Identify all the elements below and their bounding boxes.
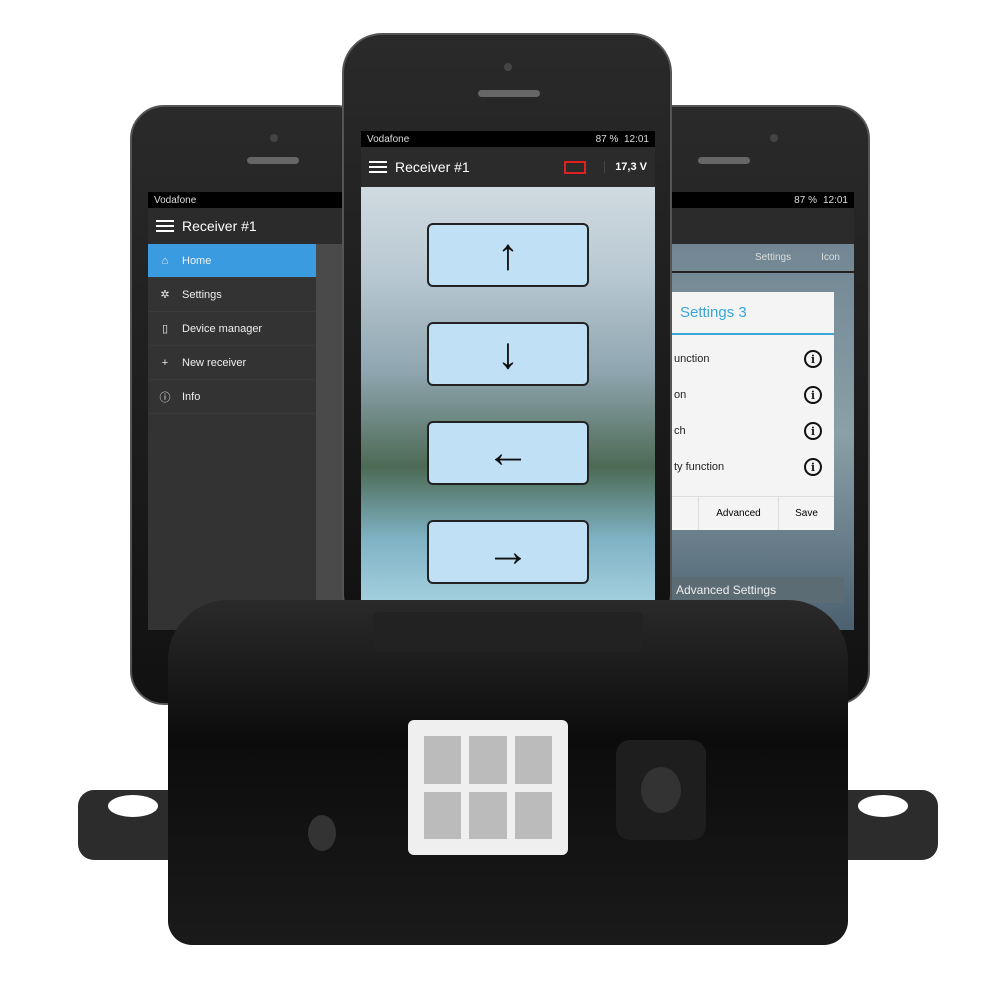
info-icon[interactable]: i [804, 350, 822, 368]
carrier: Vodafone [367, 133, 410, 145]
speaker [698, 157, 750, 164]
clock: 12:01 [822, 194, 848, 206]
mount-hole-left [108, 795, 158, 817]
menu-item-label: Info [182, 390, 201, 403]
right-screen: 87 % 12:01 Settings Icon Settings 3 unctio… [670, 192, 854, 630]
menu-item[interactable]: + New receiver [148, 346, 316, 380]
app-title: Receiver #1 [395, 159, 470, 175]
status-bar: Vodafone 87 % 12:01 [361, 131, 655, 147]
menu-item[interactable]: ⌂ Home [148, 244, 316, 278]
device-icon: ▯ [161, 323, 169, 335]
app-title: Receiver #1 [182, 218, 257, 234]
arrow-right-icon: → [486, 527, 530, 576]
arrow-left-icon: ← [486, 428, 530, 477]
dialog-row: unction i [670, 341, 834, 377]
left-screen: Vodafone87 Receiver #1 ⌂ Home ✲ Settings ▯ De… [148, 192, 370, 630]
center-phone: Vodafone 87 % 12:01 Receiver #1 17,3 V ↑ ↓… [342, 33, 672, 633]
battery-level: 87 % [794, 194, 817, 206]
menu-item[interactable]: ✲ Settings [148, 278, 316, 312]
clock: 12:01 [623, 133, 649, 145]
menu-icon[interactable] [369, 161, 387, 173]
status-right: 87 % 12:01 [596, 134, 649, 145]
row-label: ch [674, 425, 686, 437]
status-bar: Vodafone87 [148, 192, 370, 208]
menu-item-label: Home [182, 254, 212, 267]
mount-hole-right [858, 795, 908, 817]
camera [504, 63, 512, 71]
arrow-left-button[interactable]: ← [427, 421, 589, 485]
battery-level: 87 % [595, 133, 619, 145]
menu-icon[interactable] [156, 220, 174, 232]
settings-dialog: Settings 3 unction i on i ch i ty function i Ad… [670, 292, 834, 530]
info-icon[interactable]: i [804, 458, 822, 476]
arrow-up-button[interactable]: ↑ [427, 223, 589, 287]
arrow-up-icon: ↑ [497, 230, 519, 279]
nav-drawer: ⌂ Home ✲ Settings ▯ Device manager + New receiv… [148, 244, 316, 630]
dialog-row: on i [670, 377, 834, 413]
dialog-row: ch i [670, 413, 834, 449]
row-label: unction [674, 353, 710, 365]
camera [770, 134, 778, 142]
info-icon[interactable]: i [804, 386, 822, 404]
led-indicator [308, 815, 336, 851]
app-bar: Receiver #1 [148, 208, 370, 244]
speaker [478, 90, 540, 97]
speaker [247, 157, 299, 164]
row-label: on [674, 389, 687, 401]
arrow-down-button[interactable]: ↓ [427, 322, 589, 386]
gear-icon: ✲ [160, 289, 170, 301]
menu-item[interactable]: ▯ Device manager [148, 312, 316, 346]
info-icon: ⓘ [159, 391, 171, 404]
dialog-row: ty function i [670, 449, 834, 485]
voltage-readout: 17,3 V [604, 161, 647, 173]
home-icon: ⌂ [161, 254, 169, 267]
column-settings: Settings [754, 252, 792, 263]
dialog-title: Settings 3 [670, 292, 834, 335]
menu-item-label: Device manager [182, 322, 263, 335]
advanced-button[interactable]: Advanced [698, 497, 778, 530]
menu-item-label: Settings [182, 288, 222, 301]
info-icon[interactable]: i [804, 422, 822, 440]
connector-6pin [408, 720, 568, 855]
battery-warning-icon [564, 160, 587, 174]
label-plate [373, 612, 643, 652]
menu-item-label: New receiver [182, 356, 247, 369]
pairing-button [616, 740, 706, 840]
status-bar: 87 % 12:01 [670, 192, 854, 208]
carrier: Vodafone [154, 194, 197, 206]
row-label: ty function [674, 461, 725, 473]
column-icon: Icon [821, 252, 840, 263]
center-screen: Vodafone 87 % 12:01 Receiver #1 17,3 V ↑ ↓… [361, 131, 655, 611]
save-button[interactable]: Save [778, 497, 834, 530]
plus-icon: + [161, 356, 169, 369]
camera [270, 134, 278, 142]
table-header: Settings Icon [670, 244, 854, 273]
arrow-right-button[interactable]: → [427, 520, 589, 584]
app-bar: Receiver #1 17,3 V [361, 147, 655, 187]
arrow-down-icon: ↓ [497, 329, 519, 378]
app-bar [670, 208, 854, 244]
menu-item[interactable]: ⓘ Info [148, 380, 316, 414]
receiver-device [78, 600, 938, 950]
